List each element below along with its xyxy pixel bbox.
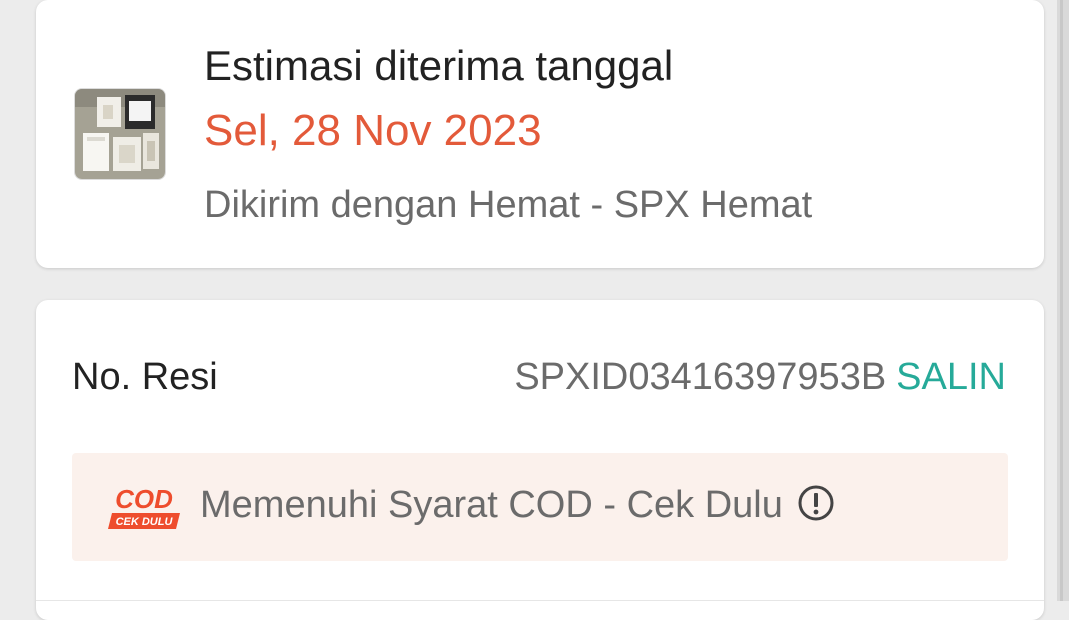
- info-icon[interactable]: [797, 484, 835, 522]
- cod-eligibility-text: Memenuhi Syarat COD - Cek Dulu: [200, 484, 783, 526]
- tracking-number: SPXID03416397953B: [514, 356, 887, 398]
- cod-logo-top: COD: [115, 484, 173, 514]
- cod-logo: COD CEK DULU: [108, 484, 180, 529]
- cod-banner: COD CEK DULU Memenuhi Syarat COD - Cek D…: [72, 453, 1008, 561]
- copy-button[interactable]: SALIN: [896, 356, 1006, 398]
- product-thumbnail[interactable]: [74, 88, 166, 180]
- delivery-estimate-card: Estimasi diterima tanggal Sel, 28 Nov 20…: [36, 0, 1044, 268]
- scrollbar-edge: [1060, 0, 1063, 601]
- delivery-date: Sel, 28 Nov 2023: [204, 106, 542, 155]
- scrollbar-track[interactable]: [1057, 0, 1069, 601]
- tracking-label: No. Resi: [72, 356, 218, 398]
- tracking-row: SPXID03416397953B SALIN: [514, 356, 1006, 399]
- product-image: [75, 89, 165, 179]
- cod-eligibility-row: Memenuhi Syarat COD - Cek Dulu: [200, 484, 835, 527]
- cod-logo-bottom: CEK DULU: [116, 516, 174, 528]
- shipping-info-card: No. Resi SPXID03416397953B SALIN COD CEK …: [36, 300, 1044, 620]
- shipping-method: Dikirim dengan Hemat - SPX Hemat: [204, 184, 813, 226]
- delivery-heading: Estimasi diterima tanggal: [204, 42, 674, 89]
